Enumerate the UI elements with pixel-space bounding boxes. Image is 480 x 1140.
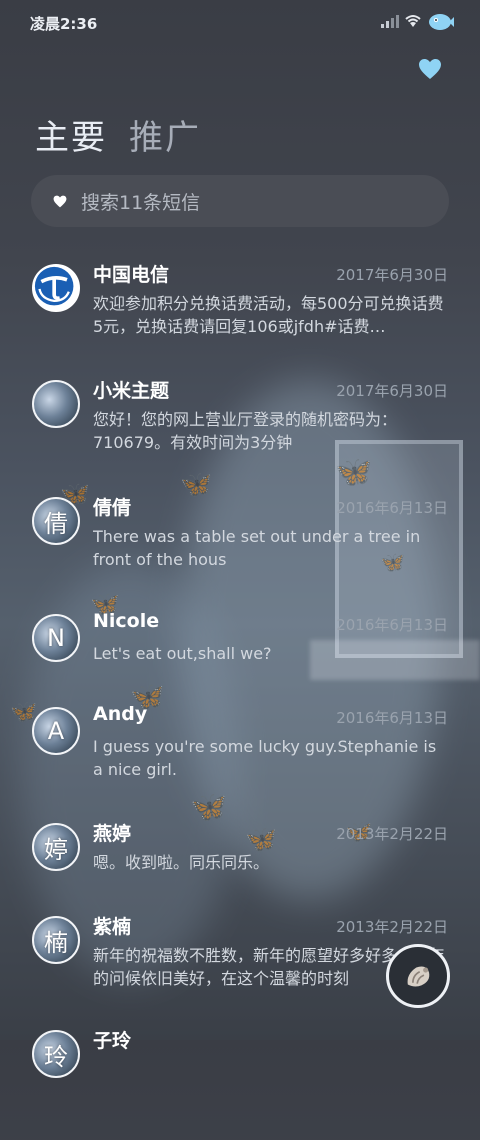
contact-name: 小米主题	[93, 380, 170, 402]
contact-name: Andy	[93, 703, 148, 725]
list-item[interactable]: 小米主题 2017年6月30日 您好！您的网上营业厅登录的随机密码为：71067…	[0, 380, 480, 490]
tab-main[interactable]: 主要	[35, 110, 107, 159]
status-time: 凌晨2:36	[30, 15, 98, 33]
shell-icon	[407, 966, 430, 987]
avatar-initial: 倩	[44, 509, 68, 538]
contact-name: 倩倩	[93, 497, 132, 519]
tab-promotion[interactable]: 推广	[129, 110, 201, 159]
china-telecom-logo-icon	[34, 266, 74, 306]
message-preview	[93, 1058, 448, 1104]
list-item[interactable]: 玲 子玲	[0, 1030, 480, 1140]
heart-icon[interactable]	[418, 58, 442, 80]
contact-name: Nicole	[93, 610, 160, 632]
contact-name: 燕婷	[93, 823, 132, 845]
search-input[interactable]: 搜索11条短信	[81, 188, 200, 215]
avatar: 倩	[32, 497, 80, 545]
message-preview: I guess you're some lucky guy.Stephanie …	[93, 737, 437, 779]
message-date: 2013年2月22日	[336, 918, 448, 936]
contact-name: 中国电信	[93, 264, 170, 286]
avatar-initial: 玲	[44, 1042, 68, 1071]
avatar: N	[32, 614, 80, 662]
avatar: 楠	[32, 916, 80, 964]
avatar: A	[32, 707, 80, 755]
avatar	[32, 264, 80, 312]
message-date: 2016年6月13日	[336, 499, 448, 517]
message-preview: 欢迎参加积分兑换话费活动，每500分可兑换话费5元，兑换话费请回复106或jfd…	[93, 294, 444, 336]
list-item[interactable]: 中国电信 2017年6月30日 欢迎参加积分兑换话费活动，每500分可兑换话费5…	[0, 264, 480, 374]
signal-icon	[381, 15, 399, 28]
search-bar[interactable]: 搜索11条短信	[31, 175, 449, 227]
avatar-initial: A	[47, 717, 65, 745]
message-date: 2017年6月30日	[336, 382, 448, 400]
avatar-initial: 楠	[44, 928, 68, 957]
heart-icon	[53, 195, 67, 207]
avatar: 玲	[32, 1030, 80, 1078]
compose-button[interactable]	[386, 944, 450, 1008]
fish-icon	[429, 14, 454, 30]
avatar	[32, 380, 80, 428]
message-preview: There was a table set out under a tree i…	[93, 527, 421, 569]
contact-name: 紫楠	[93, 916, 132, 938]
tab-bar: 主要 推广	[35, 110, 201, 159]
status-bar: 凌晨2:36	[0, 0, 480, 44]
wifi-icon	[405, 15, 421, 27]
list-item[interactable]: A Andy 2016年6月13日 I guess you're some lu…	[0, 703, 480, 817]
message-preview: 您好！您的网上营业厅登录的随机密码为：710679。有效时间为3分钟	[93, 410, 398, 452]
message-preview: 嗯。收到啦。同乐同乐。	[93, 853, 270, 872]
message-date: 2016年6月13日	[336, 616, 448, 634]
list-item[interactable]: 倩 倩倩 2016年6月13日 There was a table set ou…	[0, 497, 480, 607]
avatar: 婷	[32, 823, 80, 871]
message-preview: Let's eat out,shall we?	[93, 644, 272, 663]
message-date: 2013年2月22日	[336, 825, 448, 843]
avatar-initial: N	[47, 624, 65, 652]
message-date: 2016年6月13日	[336, 709, 448, 727]
message-date: 2017年6月30日	[336, 266, 448, 284]
avatar-initial: 婷	[44, 835, 68, 864]
